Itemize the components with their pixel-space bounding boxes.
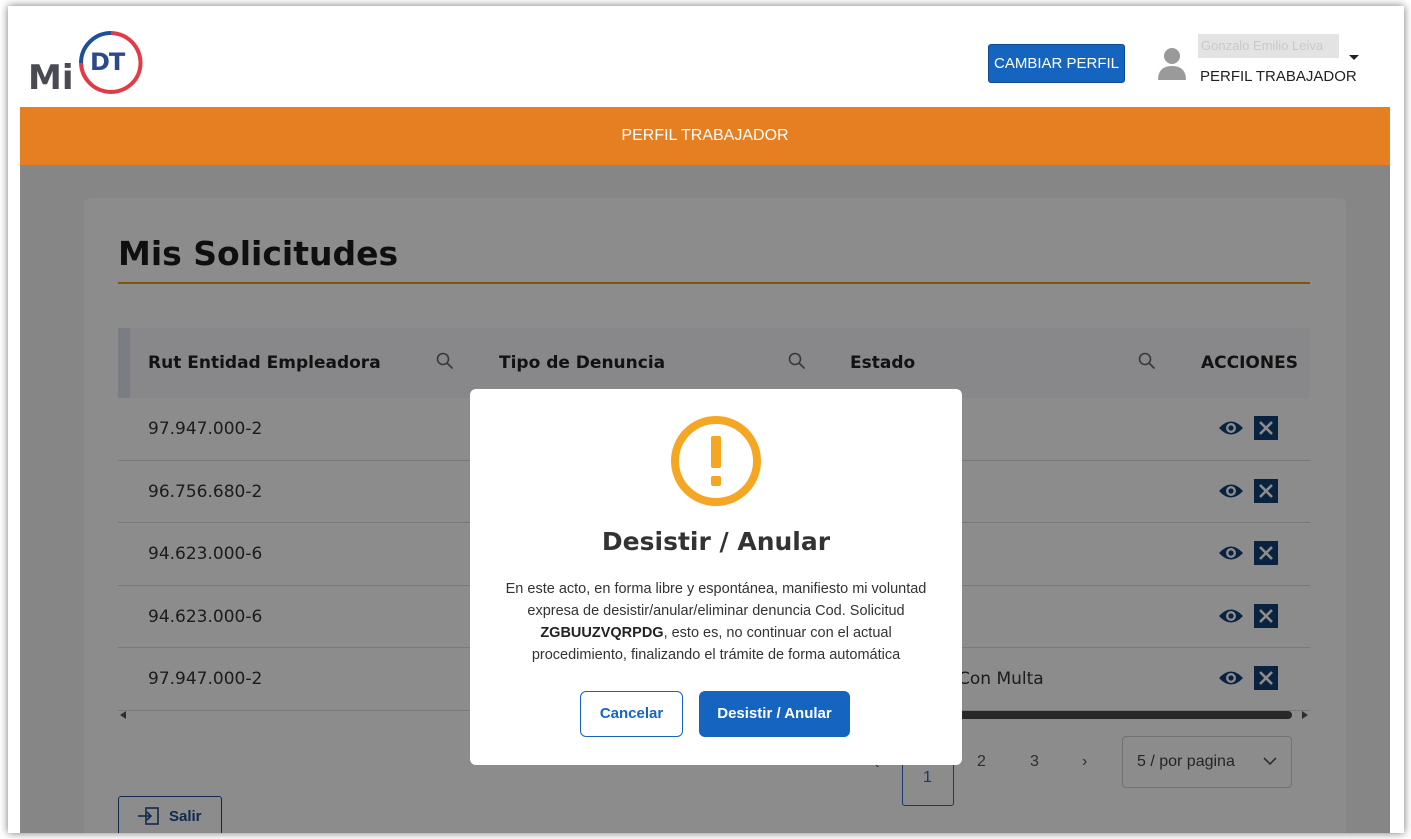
- user-name[interactable]: Gonzalo Emilio Leiva: [1198, 34, 1339, 58]
- confirm-dialog: Desistir / Anular En este acto, en forma…: [470, 389, 962, 765]
- dialog-message: En este acto, en forma libre y espontáne…: [500, 578, 932, 666]
- warning-exclamation-icon: [671, 416, 761, 506]
- logo-mark: DT: [90, 48, 125, 76]
- user-menu-caret-icon[interactable]: [1349, 55, 1359, 60]
- user-avatar-icon: [1158, 48, 1186, 80]
- app-window: Mi DT CAMBIAR PERFIL Gonzalo Emilio Leiv…: [8, 6, 1404, 833]
- confirm-withdraw-button[interactable]: Desistir / Anular: [699, 691, 850, 737]
- dialog-title: Desistir / Anular: [601, 527, 831, 556]
- dialog-message-part1: En este acto, en forma libre y espontáne…: [505, 581, 927, 619]
- cancel-button[interactable]: Cancelar: [580, 691, 683, 737]
- user-profile-label: PERFIL TRABAJADOR: [1200, 68, 1357, 85]
- profile-banner: PERFIL TRABAJADOR: [20, 107, 1390, 165]
- request-code: ZGBUUZVQRPDG: [540, 625, 664, 641]
- logo-prefix: Mi: [28, 58, 74, 98]
- top-header: Mi DT CAMBIAR PERFIL Gonzalo Emilio Leiv…: [8, 6, 1404, 107]
- change-profile-button[interactable]: CAMBIAR PERFIL: [988, 44, 1125, 83]
- mi-dt-logo[interactable]: Mi DT: [22, 30, 162, 100]
